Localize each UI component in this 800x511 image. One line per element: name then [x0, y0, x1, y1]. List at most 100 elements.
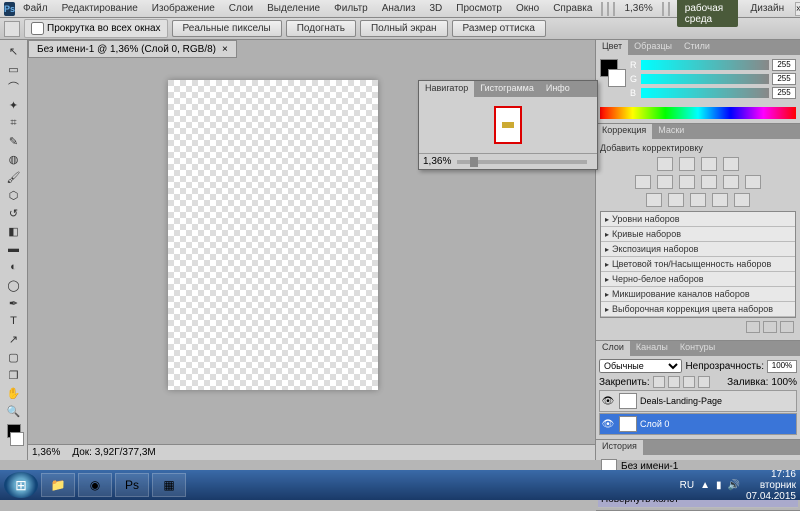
tab-navigator[interactable]: Навигатор — [419, 81, 474, 97]
g-slider[interactable] — [641, 74, 769, 84]
b-value[interactable]: 255 — [772, 87, 796, 99]
screen-mode-icon[interactable] — [668, 2, 670, 16]
move-tool-icon[interactable]: ↖ — [2, 42, 26, 60]
opacity-value[interactable]: 100% — [767, 360, 797, 373]
tab-masks[interactable]: Маски — [652, 124, 690, 139]
arrange-docs-icon[interactable] — [662, 2, 664, 16]
taskbar-chrome-icon[interactable]: ◉ — [78, 473, 112, 497]
zoom-dropdown[interactable]: 1,36% — [618, 1, 658, 16]
color-swatch-panel[interactable] — [600, 59, 626, 101]
menu-layer[interactable]: Слои — [223, 1, 259, 16]
eyedropper-tool-icon[interactable]: ✎ — [2, 132, 26, 150]
lock-pixels-icon[interactable] — [668, 376, 680, 388]
blur-tool-icon[interactable]: ◐ — [2, 258, 26, 276]
vibrance-icon[interactable] — [635, 175, 651, 189]
start-button[interactable]: ⊞ — [4, 472, 38, 498]
r-value[interactable]: 255 — [772, 59, 796, 71]
tab-paths[interactable]: Контуры — [674, 341, 721, 356]
close-tab-icon[interactable]: × — [222, 44, 228, 55]
fit-screen-button[interactable]: Подогнать — [286, 20, 356, 37]
gradient-tool-icon[interactable]: ▬ — [2, 240, 26, 258]
tray-flag-icon[interactable]: ▲ — [700, 480, 710, 491]
hand-tool-icon[interactable]: ✋ — [2, 384, 26, 402]
menu-analysis[interactable]: Анализ — [376, 1, 422, 16]
eraser-tool-icon[interactable]: ◧ — [2, 222, 26, 240]
tab-channels[interactable]: Каналы — [630, 341, 674, 356]
tab-swatches[interactable]: Образцы — [628, 40, 678, 55]
menu-file[interactable]: Файл — [17, 1, 54, 16]
preset-levels[interactable]: Уровни наборов — [601, 212, 795, 227]
brightness-icon[interactable] — [657, 157, 673, 171]
tab-info[interactable]: Инфо — [540, 81, 576, 97]
layer-row[interactable]: 👁 Слой 0 — [599, 413, 797, 435]
tab-layers[interactable]: Слои — [596, 341, 630, 356]
preset-selective[interactable]: Выборочная коррекция цвета наборов — [601, 302, 795, 317]
layer-name[interactable]: Deals-Landing-Page — [640, 396, 722, 406]
visibility-icon[interactable]: 👁 — [600, 419, 616, 430]
workspace-essentials[interactable]: Основная рабочая среда — [677, 0, 739, 27]
taskbar-explorer-icon[interactable]: 📁 — [41, 473, 75, 497]
print-size-button[interactable]: Размер оттиска — [452, 20, 546, 37]
stamp-tool-icon[interactable]: ⬡ — [2, 186, 26, 204]
r-slider[interactable] — [641, 60, 769, 70]
pen-tool-icon[interactable]: ✒ — [2, 294, 26, 312]
g-value[interactable]: 255 — [772, 73, 796, 85]
menu-select[interactable]: Выделение — [261, 1, 326, 16]
scroll-all-checkbox[interactable]: Прокрутка во всех окнах — [24, 19, 168, 38]
color-spectrum[interactable] — [600, 107, 796, 119]
tab-history[interactable]: История — [596, 440, 643, 455]
layer-name[interactable]: Слой 0 — [640, 419, 669, 429]
colorbalance-icon[interactable] — [679, 175, 695, 189]
clock[interactable]: 17:16 вторник 07.04.2015 — [746, 469, 796, 502]
preset-exposure[interactable]: Экспозиция наборов — [601, 242, 795, 257]
history-brush-icon[interactable]: ↺ — [2, 204, 26, 222]
gradient-map-icon[interactable] — [712, 193, 728, 207]
zoom-tool-icon[interactable]: 🔍 — [2, 402, 26, 420]
lock-position-icon[interactable] — [683, 376, 695, 388]
channel-mixer-icon[interactable] — [745, 175, 761, 189]
taskbar-app-icon[interactable]: ▦ — [152, 473, 186, 497]
b-slider[interactable] — [641, 88, 769, 98]
tray-volume-icon[interactable]: 🔊 — [727, 480, 739, 491]
lock-all-icon[interactable] — [698, 376, 710, 388]
layer-row[interactable]: 👁 Deals-Landing-Page — [599, 390, 797, 412]
layer-thumbnail[interactable] — [619, 393, 637, 409]
layer-thumbnail[interactable] — [619, 416, 637, 432]
menu-view[interactable]: Просмотр — [450, 1, 508, 16]
curves-icon[interactable] — [701, 157, 717, 171]
color-swatch[interactable] — [0, 424, 27, 446]
path-tool-icon[interactable]: ↗ — [2, 330, 26, 348]
heal-tool-icon[interactable]: ◍ — [2, 150, 26, 168]
type-tool-icon[interactable]: T — [2, 312, 26, 330]
launch-minibridge-icon[interactable] — [607, 2, 609, 16]
3d-tool-icon[interactable]: ❐ — [2, 366, 26, 384]
exposure-icon[interactable] — [723, 157, 739, 171]
wand-tool-icon[interactable]: ✦ — [2, 96, 26, 114]
tray-network-icon[interactable]: ▮ — [716, 480, 722, 491]
tab-color[interactable]: Цвет — [596, 40, 628, 55]
navigator-slider[interactable] — [457, 160, 587, 164]
visibility-icon[interactable]: 👁 — [600, 396, 616, 407]
actual-pixels-button[interactable]: Реальные пикселы — [172, 20, 282, 37]
fill-screen-button[interactable]: Полный экран — [360, 20, 448, 37]
bw-icon[interactable] — [701, 175, 717, 189]
marquee-tool-icon[interactable]: ▭ — [2, 60, 26, 78]
navigator-thumbnail[interactable] — [494, 106, 522, 144]
menu-image[interactable]: Изображение — [146, 1, 221, 16]
menu-help[interactable]: Справка — [547, 1, 598, 16]
lasso-tool-icon[interactable]: ⌒ — [2, 78, 26, 96]
lang-indicator[interactable]: RU — [680, 480, 694, 491]
adj-trash-icon[interactable] — [780, 321, 794, 333]
tab-histogram[interactable]: Гистограмма — [474, 81, 540, 97]
shape-tool-icon[interactable]: ▢ — [2, 348, 26, 366]
preset-bw[interactable]: Черно-белое наборов — [601, 272, 795, 287]
brush-tool-icon[interactable]: 🖌 — [2, 168, 26, 186]
photo-filter-icon[interactable] — [723, 175, 739, 189]
dodge-tool-icon[interactable]: ◯ — [2, 276, 26, 294]
threshold-icon[interactable] — [690, 193, 706, 207]
tab-adjustments[interactable]: Коррекция — [596, 124, 652, 139]
preset-curves[interactable]: Кривые наборов — [601, 227, 795, 242]
selective-color-icon[interactable] — [734, 193, 750, 207]
canvas[interactable] — [168, 80, 378, 390]
preset-huesat[interactable]: Цветовой тон/Насыщенность наборов — [601, 257, 795, 272]
